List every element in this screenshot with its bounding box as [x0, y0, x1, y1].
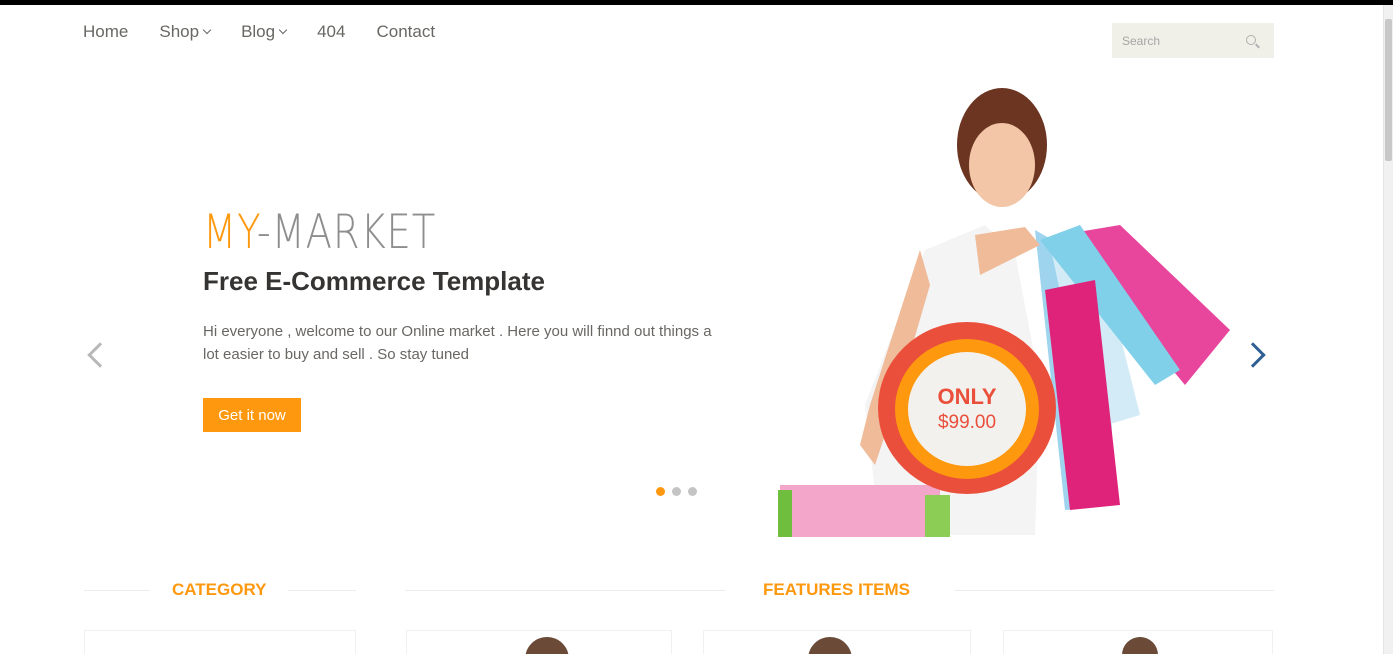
nav-404[interactable]: 404 [317, 22, 345, 42]
price-badge-center: ONLY $99.00 [908, 352, 1026, 466]
brand-part-my: MY [203, 205, 257, 260]
chevron-down-icon [202, 25, 212, 35]
slider-description: Hi everyone , welcome to our Online mark… [203, 323, 712, 363]
product-card[interactable] [1003, 630, 1273, 654]
product-card[interactable] [703, 630, 971, 654]
nav-home-label: Home [83, 22, 129, 41]
nav-blog-label: Blog [241, 22, 276, 41]
window-top-bar [0, 0, 1393, 5]
slider-next-arrow[interactable] [1240, 342, 1266, 368]
product-image [1122, 637, 1158, 654]
nav-contact-label: Contact [376, 22, 436, 41]
slider-dot-2[interactable] [672, 487, 681, 496]
page-scrollbar[interactable] [1383, 5, 1393, 654]
search-box [1112, 23, 1274, 58]
price-badge: ONLY $99.00 [878, 322, 1056, 494]
product-card[interactable] [406, 630, 672, 654]
category-rule-right [288, 590, 356, 591]
nav-404-label: 404 [317, 22, 346, 41]
slider-dot-1[interactable] [656, 487, 665, 496]
category-title: CATEGORY [172, 580, 267, 599]
slider-dots [656, 487, 697, 496]
price-badge-title: ONLY [937, 384, 997, 409]
slider-brand: MY-MARKET [203, 205, 436, 260]
features-title: FEATURES ITEMS [763, 580, 911, 599]
brand-part-market: -MARKET [256, 205, 437, 260]
category-panel [84, 630, 356, 654]
nav-home[interactable]: Home [83, 22, 128, 42]
features-rule-right [955, 590, 1274, 591]
scrollbar-thumb[interactable] [1385, 19, 1392, 161]
product-image [525, 637, 569, 654]
main-nav: Home Shop Blog 404 Contact [83, 22, 435, 42]
slider-prev-arrow[interactable] [87, 342, 113, 368]
slider-headline: Free E-Commerce Template [203, 266, 545, 296]
price-badge-price: $99.00 [937, 412, 997, 433]
category-rule-left [84, 590, 150, 591]
chevron-down-icon [278, 25, 288, 35]
nav-blog[interactable]: Blog [241, 22, 288, 42]
search-input[interactable] [1122, 33, 1242, 48]
features-rule-left [405, 590, 725, 591]
nav-shop[interactable]: Shop [159, 22, 212, 42]
price-badge-ring: ONLY $99.00 [895, 339, 1039, 479]
slider-dot-3[interactable] [688, 487, 697, 496]
get-it-now-button[interactable]: Get it now [203, 398, 301, 432]
search-icon[interactable] [1246, 35, 1256, 45]
nav-shop-label: Shop [159, 22, 200, 41]
product-image [808, 637, 852, 654]
nav-contact[interactable]: Contact [376, 22, 435, 42]
